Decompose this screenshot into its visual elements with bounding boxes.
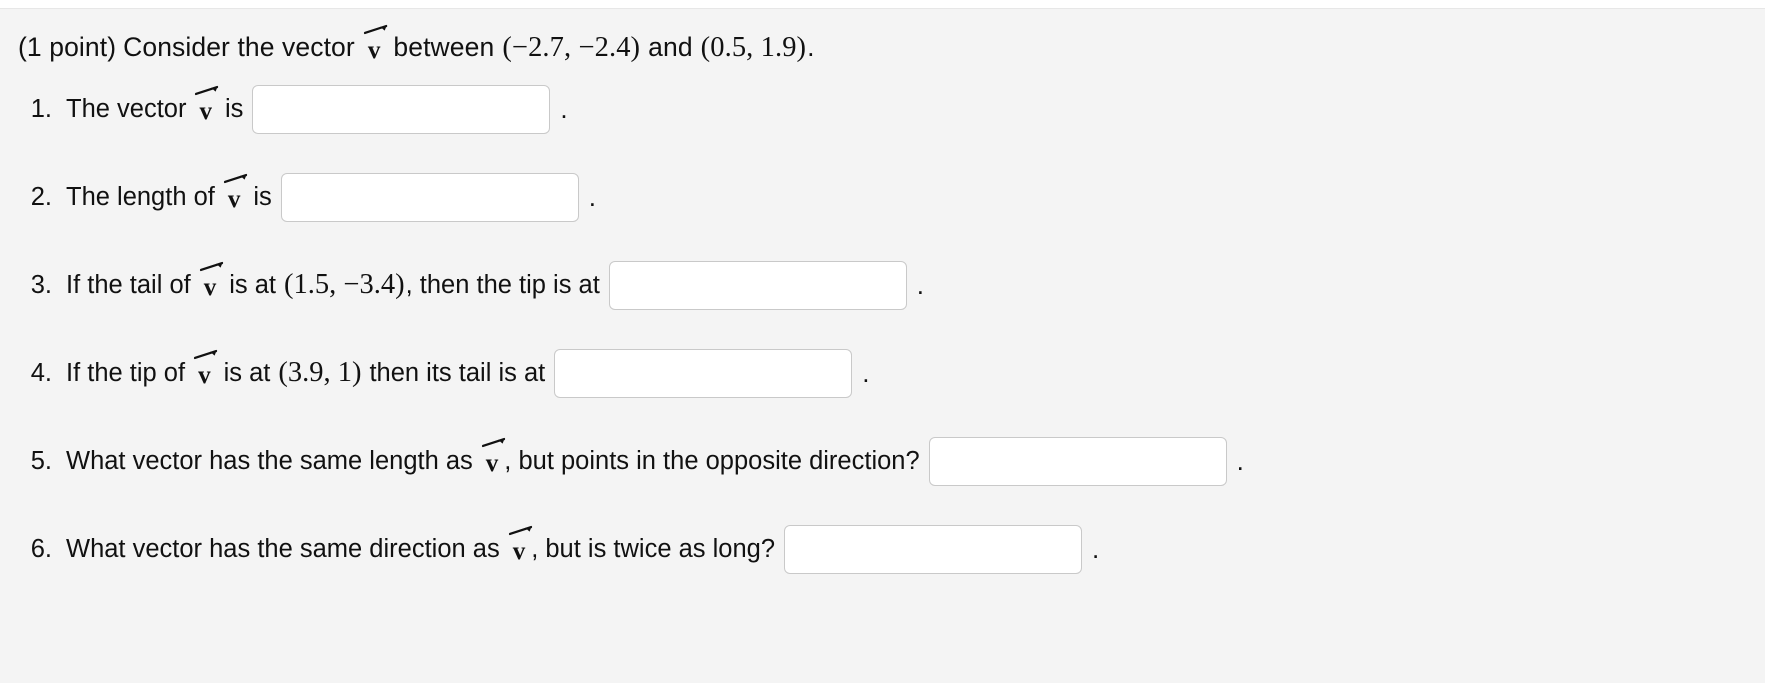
question-item-1: 1. The vector v is .	[18, 65, 1765, 153]
question-6-text-before: What vector has the same direction as	[66, 534, 500, 563]
vector-arrow-icon	[508, 525, 534, 537]
question-3-text-after: is at	[229, 270, 277, 299]
vector-symbol: v	[195, 85, 219, 125]
vector-arrow-icon	[223, 173, 249, 185]
question-4-text-before: If the tip of	[66, 358, 186, 387]
question-3-text-before: If the tail of	[66, 270, 191, 299]
question-number-6: 6.	[30, 534, 52, 563]
vector-symbol: v	[508, 525, 532, 565]
vector-arrow-icon	[363, 24, 389, 36]
question-text-6: What vector has the same direction as v, …	[66, 525, 775, 565]
question-number-1: 1.	[30, 94, 52, 123]
question-5-text-after: , but points in the opposite direction?	[504, 446, 920, 475]
vector-letter: v	[198, 361, 211, 389]
question-text-2: The length of v is	[66, 173, 272, 213]
question-list: 1. The vector v is . 2. The length of v is .…	[18, 65, 1765, 593]
question-1-text-before: The vector	[66, 94, 187, 123]
question-number-2: 2.	[30, 182, 52, 211]
question-text-1: The vector v is	[66, 85, 244, 125]
point-end: (0.5, 1.9)	[700, 32, 807, 63]
question-4-math-point: (3.9, 1)	[278, 357, 362, 389]
question-5-trailing-period: .	[1236, 445, 1244, 476]
answer-input-4[interactable]	[554, 348, 853, 398]
vector-letter: v	[203, 273, 217, 301]
prompt-period: .	[807, 32, 815, 62]
vector-arrow-icon	[195, 85, 220, 97]
question-number-3: 3.	[30, 270, 52, 299]
vector-symbol: v	[199, 261, 223, 301]
points-label: (1 point)	[18, 32, 117, 62]
vector-letter: v	[367, 37, 381, 64]
answer-input-3[interactable]	[608, 260, 907, 310]
question-4-text-tail: then its tail is at	[369, 358, 546, 387]
question-2-text-before: The length of	[66, 182, 215, 211]
question-text-3: If the tail of v is at (1.5, −3.4), then th…	[66, 261, 600, 301]
question-6-text-after: , but is twice as long?	[531, 534, 775, 563]
vector-symbol: v	[363, 24, 388, 64]
top-white-strip	[0, 0, 1765, 9]
answer-input-2[interactable]	[280, 172, 579, 222]
vector-symbol: v	[223, 173, 247, 213]
question-1-text-after: is	[224, 94, 244, 123]
question-2-trailing-period: .	[588, 181, 597, 212]
vector-letter: v	[512, 537, 526, 565]
vector-arrow-icon	[194, 349, 219, 361]
question-3-math-point: (1.5, −3.4)	[284, 269, 405, 301]
question-item-6: 6. What vector has the same direction as…	[18, 505, 1765, 593]
question-5-text-before: What vector has the same length as	[66, 446, 473, 475]
vector-letter: v	[485, 449, 499, 477]
problem-page: (1 point) Consider the vector v between (−2.…	[0, 9, 1765, 593]
question-3-trailing-period: .	[916, 269, 925, 300]
prompt-between: between	[393, 32, 495, 62]
question-text-5: What vector has the same length as v, but…	[66, 437, 920, 477]
question-text-4: If the tip of v is at (3.9, 1) then its tail…	[66, 349, 546, 389]
question-4-trailing-period: .	[862, 357, 870, 388]
question-number-5: 5.	[30, 446, 52, 475]
question-item-5: 5. What vector has the same length as v, …	[18, 417, 1765, 505]
vector-symbol: v	[481, 437, 505, 477]
question-item-3: 3. If the tail of v is at (1.5, −3.4), then…	[18, 241, 1765, 329]
prompt-and: and	[648, 32, 693, 62]
vector-arrow-icon	[481, 437, 507, 449]
question-3-text-tail: , then the tip is at	[405, 270, 600, 299]
vector-letter: v	[227, 185, 241, 213]
vector-letter: v	[199, 97, 212, 125]
question-item-4: 4. If the tip of v is at (3.9, 1) then its t…	[18, 329, 1765, 417]
problem-statement: (1 point) Consider the vector v between (−2.…	[18, 9, 1765, 65]
answer-input-1[interactable]	[252, 84, 551, 134]
question-2-text-after: is	[253, 182, 272, 211]
vector-symbol: v	[194, 349, 218, 389]
prompt-text-before: Consider the vector	[123, 32, 355, 62]
question-item-2: 2. The length of v is .	[18, 153, 1765, 241]
point-start: (−2.7, −2.4)	[502, 32, 641, 63]
answer-input-5[interactable]	[928, 436, 1227, 486]
answer-input-6[interactable]	[784, 524, 1082, 574]
question-6-trailing-period: .	[1092, 533, 1100, 564]
question-number-4: 4.	[30, 358, 52, 387]
question-1-trailing-period: .	[560, 93, 568, 124]
question-4-text-after: is at	[223, 358, 271, 387]
vector-arrow-icon	[199, 261, 225, 273]
